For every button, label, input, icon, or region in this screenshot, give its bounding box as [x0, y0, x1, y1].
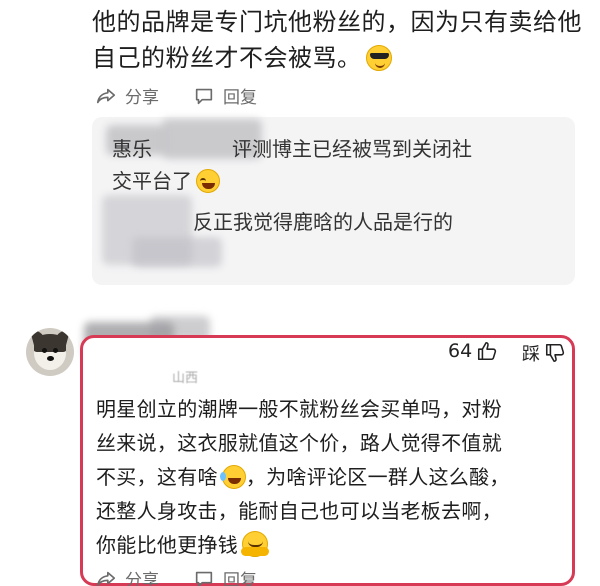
share-label: 分享 — [125, 571, 159, 586]
comment-line: 不买，这有啥 — [96, 465, 218, 489]
comment-line: ，为啥评论区一群人这么酸， — [245, 465, 510, 489]
comment-line: 你能比他更挣钱 — [96, 533, 239, 557]
reply-button[interactable]: 回复 — [193, 83, 257, 108]
top-comment-line-1: 他的品牌是专门坑他粉丝的，因为只有卖给他 — [92, 8, 582, 36]
top-comment: 他的品牌是专门坑他粉丝的，因为只有卖给他 自己的粉丝才不会被骂。 — [92, 4, 582, 76]
blurred-username — [132, 237, 222, 267]
reply-item: 反正我觉得鹿晗的人品是行的 — [193, 206, 453, 238]
hugging-emoji-icon — [241, 531, 270, 557]
comment-bubble-icon — [195, 88, 213, 104]
reply-text: 评测博主已经被骂到关闭社 — [232, 137, 472, 161]
reply-author[interactable]: 惠乐 — [112, 137, 152, 161]
top-comment-line-2: 自己的粉丝才不会被骂。 — [92, 44, 362, 72]
like-count: 64 — [448, 340, 473, 362]
comment-line: 还整人身攻击，能耐自己也可以当老板去啊， — [96, 499, 502, 523]
reply-text: 反正我觉得鹿晗的人品是行的 — [193, 210, 453, 234]
laughing-tears-emoji-icon — [219, 465, 246, 489]
dislike-button[interactable]: 踩 — [522, 340, 566, 366]
dislike-label: 踩 — [522, 344, 540, 365]
like-button[interactable]: 64 — [448, 340, 498, 362]
comment-line: 明星创立的潮牌一般不就粉丝会买单吗，对粉 — [96, 397, 502, 421]
reply-button[interactable]: 回复 — [193, 566, 257, 586]
share-icon — [96, 571, 116, 586]
share-icon — [96, 88, 116, 103]
reply-item-continuation: 交平台了 — [112, 165, 220, 197]
comment-bubble-icon — [195, 571, 213, 586]
thumbs-down-icon — [545, 343, 565, 363]
reply-text-line-2: 交平台了 — [112, 169, 192, 193]
avatar[interactable] — [26, 328, 74, 376]
reply-label: 回复 — [223, 571, 257, 586]
reply-item: 惠乐 评测博主已经被骂到关闭社 — [112, 133, 472, 165]
thumbs-up-icon — [478, 341, 497, 361]
cool-sunglasses-emoji-icon — [365, 45, 392, 71]
main-comment-text: 明星创立的潮牌一般不就粉丝会买单吗，对粉 丝来说，这衣服就值这个价，路人觉得不值… — [96, 392, 568, 562]
share-button[interactable]: 分享 — [95, 566, 159, 586]
comment-line: 丝来说，这衣服就值这个价，路人觉得不值就 — [96, 431, 502, 455]
reply-label: 回复 — [223, 88, 257, 108]
laughing-emoji-icon — [196, 169, 220, 193]
share-label: 分享 — [125, 88, 159, 108]
share-button[interactable]: 分享 — [95, 83, 159, 108]
location-label: 山西 — [172, 371, 199, 386]
